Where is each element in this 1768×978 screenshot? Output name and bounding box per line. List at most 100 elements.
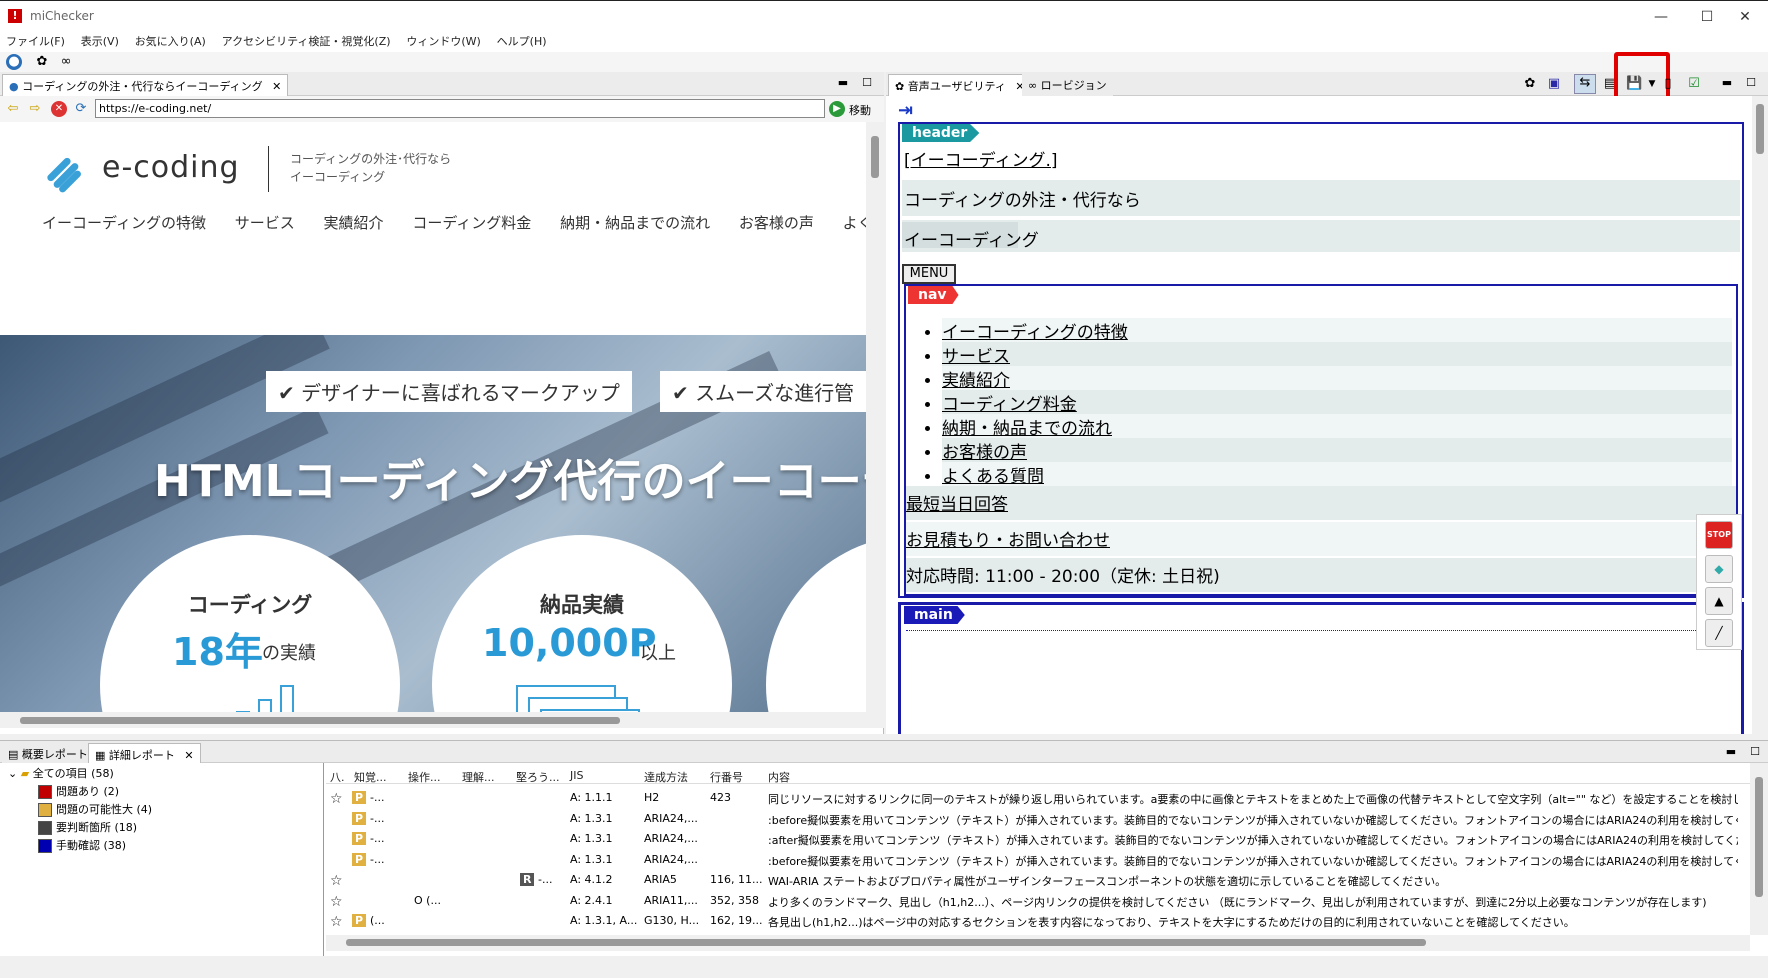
go-arrow-icon[interactable]: ▶ [829, 101, 845, 117]
maximize-view-icon[interactable]: ☐ [860, 76, 874, 90]
jis-criterion: A: 1.3.1 [570, 852, 613, 866]
table-horizontal-scrollbar[interactable] [326, 935, 1750, 951]
voice-render-view: ⇥ header [イーコーディング.] コーディングの外注・代行なら イーコー… [886, 96, 1752, 734]
perceivable-value: (... [370, 914, 385, 927]
minimize-button[interactable]: — [1638, 5, 1684, 29]
contact-link[interactable]: お見積もり・お問い合わせ [906, 526, 1110, 551]
html-check-icon[interactable]: ☑ [1686, 76, 1702, 92]
site-nav-item[interactable]: 実績紹介 [324, 214, 384, 232]
tree-root[interactable]: ⌄ ▰ 全ての項目 (58) [8, 765, 114, 783]
go-label[interactable]: 移動 [849, 102, 871, 118]
minimize-view-icon[interactable]: ▬ [1724, 745, 1738, 759]
back-arrow-icon[interactable]: ⇦ [5, 101, 21, 117]
table-row[interactable]: ☆ O (... A: 2.4.1 ARIA11,... 352, 358 より多くのラン… [326, 892, 1750, 913]
report-icon: ▤ [8, 748, 19, 761]
menu-favorites[interactable]: お気に入り(A) [129, 32, 212, 52]
browser-tab[interactable]: ● コーディングの外注・代行ならイーコーディング ✕ [2, 74, 289, 96]
site-nav-item[interactable]: イーコーディングの特徴 [42, 214, 206, 232]
stat-suffix: 以上 [640, 643, 676, 664]
technique: ARIA24,... [644, 852, 698, 866]
url-input[interactable] [95, 99, 825, 118]
site-nav-item[interactable]: 納期・納品までの流れ [560, 214, 710, 232]
tree-item-problem[interactable]: 問題あり (2) [38, 783, 119, 801]
nav-list-item[interactable]: 納期・納品までの流れ [942, 414, 1732, 439]
table-row[interactable]: ☆ P -... A: 1.1.1 H2 423 同じリソースに対するリンクに同一のテキスト… [326, 789, 1750, 810]
html-view-icon[interactable]: ▣ [1546, 76, 1562, 92]
perceivable-value: -... [370, 832, 385, 845]
menu-file[interactable]: ファイル(F) [0, 32, 71, 52]
settings-tool-icon[interactable]: ✿ [1522, 76, 1538, 92]
menu-view[interactable]: 表示(V) [75, 32, 125, 52]
nav-list-item[interactable]: よくある質問 [942, 462, 1732, 487]
site-nav-item[interactable]: サービス [235, 214, 295, 232]
header-link[interactable]: [イーコーディング.] [904, 146, 1057, 171]
browser-horizontal-scrollbar[interactable] [0, 712, 884, 728]
tree-item-manual-check[interactable]: 手動確認 (38) [38, 837, 126, 855]
low-vision-glasses-icon[interactable]: ∞ [58, 54, 74, 70]
content-text: 同じリソースに対するリンクに同一のテキストが繰り返し用いられています。a要素の中… [768, 793, 1738, 806]
voice-icon: ✿ [895, 80, 905, 93]
bar-chart-icon [192, 683, 312, 712]
site-name-text: イーコーディング [904, 231, 1039, 251]
quick-reply-link[interactable]: 最短当日回答 [906, 490, 1008, 515]
table-row[interactable]: ☆ R -... A: 4.1.2 ARIA5 116, 11... WAI-ARIA ステ… [326, 871, 1750, 892]
cleaner-icon[interactable]: ▲ [1705, 587, 1733, 615]
problem-icon [38, 785, 52, 799]
star-icon: ☆ [330, 791, 343, 807]
close-button[interactable]: ✕ [1722, 5, 1768, 29]
stat-title: コーディング [187, 593, 313, 617]
voice-vertical-scrollbar[interactable] [1752, 96, 1768, 734]
table-row[interactable]: P -... A: 1.3.1 ARIA24,...:before擬似要素を用いてコン… [326, 810, 1750, 831]
site-nav-item[interactable]: コーディング料金 [412, 214, 531, 232]
chevron-down-icon[interactable]: ⌄ [8, 767, 17, 780]
minimize-view-icon[interactable]: ▬ [1720, 76, 1734, 90]
tab-low-vision[interactable]: ∞ ロービジョン [1022, 74, 1113, 96]
line-number: 423 [710, 791, 731, 804]
perceivable-icon: P [352, 832, 367, 845]
globe-icon[interactable]: ● [6, 54, 22, 70]
browser-vertical-scrollbar[interactable] [866, 122, 884, 712]
stop-icon[interactable]: ✕ [51, 101, 67, 117]
hero-badge-2: ✔ スムーズな進行管 [660, 371, 866, 412]
nav-list-item[interactable]: イーコーディングの特徴 [942, 318, 1732, 343]
menu-window[interactable]: ウィンドウ(W) [400, 32, 486, 52]
tab-detail-report[interactable]: ▦ 詳細レポート ✕ [88, 743, 201, 765]
column-header[interactable]: JIS [570, 769, 583, 782]
stop-button[interactable]: STOP [1705, 521, 1733, 549]
tree-item-judgement[interactable]: 要判断箇所 (18) [38, 819, 137, 837]
nav-list-item[interactable]: 実績紹介 [942, 366, 1732, 391]
nav-list-item[interactable]: お客様の声 [942, 438, 1732, 463]
table-row[interactable]: P -... A: 1.3.1 ARIA24,...:after擬似要素を用いてコンテ… [326, 830, 1750, 851]
line-number: 162, 19... [710, 914, 763, 927]
window-title: miChecker [30, 9, 94, 23]
site-tagline-2: イーコーディング [290, 170, 386, 184]
close-icon[interactable]: ✕ [272, 80, 281, 93]
minimize-view-icon[interactable]: ▬ [836, 76, 850, 90]
maximize-view-icon[interactable]: ☐ [1744, 76, 1758, 90]
voice-check-icon[interactable]: ✿ [34, 54, 50, 70]
menu-button[interactable]: MENU [902, 264, 956, 284]
tab-voice-usability[interactable]: ✿ 音声ユーザビリティ ✕ [888, 74, 1032, 96]
nav-list-item[interactable]: コーディング料金 [942, 390, 1732, 415]
site-nav-item[interactable]: お客様の声 [739, 214, 814, 232]
page-icon[interactable]: ▯ [1660, 76, 1676, 92]
tree-item-likely-problem[interactable]: 問題の可能性大 (4) [38, 801, 152, 819]
browser-pane: ● コーディングの外注・代行ならイーコーディング ✕ ▬ ☐ ⇦ ⇨ ✕ ⟳ ▶… [0, 72, 884, 734]
menu-help[interactable]: ヘルプ(H) [491, 32, 553, 52]
table-vertical-scrollbar[interactable] [1750, 763, 1768, 935]
refresh-icon[interactable]: ⟳ [73, 101, 89, 117]
pen-icon[interactable]: ╱ [1705, 619, 1733, 647]
table-row[interactable]: P -... A: 1.3.1 ARIA24,...:before擬似要素を用いてコン… [326, 851, 1750, 872]
table-row[interactable]: ☆ P (... A: 1.3.1, A... G130, H... 162, 19...… [326, 912, 1750, 933]
dom-view-icon[interactable]: ⇆ [1574, 74, 1596, 94]
content-text: :after擬似要素を用いてコンテンツ（テキスト）が挿入されています。装飾目的で… [768, 834, 1738, 847]
forward-arrow-icon[interactable]: ⇨ [27, 101, 43, 117]
nav-list-item[interactable]: サービス [942, 342, 1732, 367]
site-logo-text[interactable]: e-coding [102, 150, 240, 185]
site-nav-item[interactable]: よく [843, 214, 866, 232]
menu-accessibility[interactable]: アクセシビリティ検証・視覚化(Z) [216, 32, 397, 52]
highlight-icon[interactable]: ◆ [1705, 555, 1733, 583]
maximize-view-icon[interactable]: ☐ [1748, 745, 1762, 759]
tab-summary-report[interactable]: ▤ 概要レポート [2, 743, 94, 765]
close-icon[interactable]: ✕ [184, 749, 193, 762]
